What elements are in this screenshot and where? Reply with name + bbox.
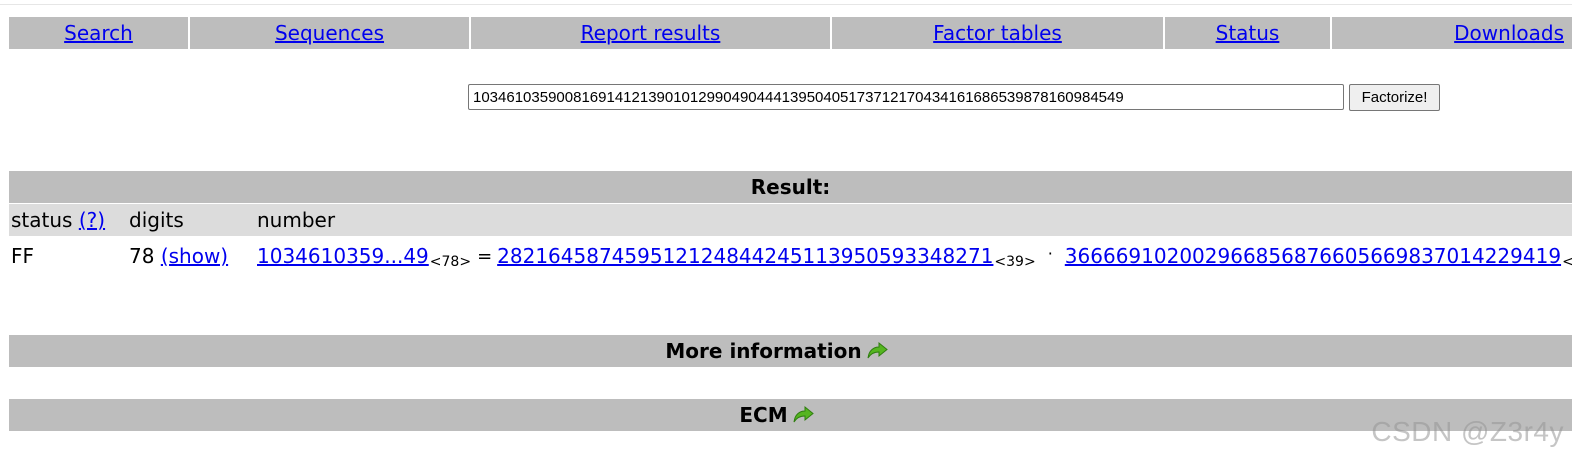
factor2-link[interactable]: 366669102002966856876605669837014229419 <box>1065 244 1561 268</box>
nav-cell-report-results: Report results <box>471 17 830 49</box>
status-help-link[interactable]: (?) <box>79 208 105 232</box>
nav-link-factor-tables[interactable]: Factor tables <box>933 21 1062 45</box>
result-title: Result: <box>750 175 831 199</box>
ecm-title: ECM <box>739 403 788 427</box>
table-row: FF 78 (show) 1034610359...49 <78> = 2821645… <box>9 240 1572 272</box>
nav-cell-sequences: Sequences <box>190 17 469 49</box>
result-table-header: status (?) digits number <box>9 204 1572 236</box>
factor2-digit-count: <39> <box>1562 254 1572 270</box>
top-divider <box>0 4 1572 5</box>
main-nav: Search Sequences Report results Factor t… <box>9 17 1572 49</box>
status-header-label: status <box>11 208 73 232</box>
more-info-title: More information <box>665 339 862 363</box>
status-header: status (?) <box>11 204 105 236</box>
factor1-digit-count: <39> <box>994 254 1036 270</box>
nav-link-downloads[interactable]: Downloads <box>1454 21 1564 45</box>
ecm-section-bar[interactable]: ECM <box>9 399 1572 431</box>
show-number-link[interactable]: (show) <box>161 244 228 268</box>
number-link[interactable]: 1034610359...49 <box>257 244 429 268</box>
digits-value: 78 <box>129 244 155 268</box>
nav-cell-downloads: Downloads <box>1332 17 1572 49</box>
watermark: CSDN @Z3r4y <box>1371 416 1564 447</box>
status-value: FF <box>11 244 35 268</box>
nav-cell-status: Status <box>1165 17 1330 49</box>
nav-link-status[interactable]: Status <box>1216 21 1280 45</box>
result-section-bar: Result: <box>9 171 1572 203</box>
digits-header: digits <box>129 208 184 232</box>
nav-link-search[interactable]: Search <box>64 21 133 45</box>
factorize-button[interactable]: Factorize! <box>1349 84 1440 111</box>
factorization-cell: 1034610359...49 <78> = 28216458745951212484… <box>257 240 1572 272</box>
number-input[interactable] <box>468 84 1344 110</box>
nav-link-report-results[interactable]: Report results <box>581 21 721 45</box>
times-sign: · <box>1047 243 1053 263</box>
factor1-link[interactable]: 282164587459512124844245113950593348271 <box>497 244 993 268</box>
number-digit-count: <78> <box>429 254 472 270</box>
expand-arrow-icon[interactable] <box>792 405 814 425</box>
nav-cell-factor-tables: Factor tables <box>832 17 1163 49</box>
more-info-section-bar[interactable]: More information <box>9 335 1572 367</box>
expand-arrow-icon[interactable] <box>866 341 888 361</box>
digits-cell: 78 (show) <box>129 240 228 272</box>
nav-cell-search: Search <box>9 17 188 49</box>
equals-sign: = <box>477 245 493 267</box>
nav-link-sequences[interactable]: Sequences <box>275 21 384 45</box>
number-header: number <box>257 208 336 232</box>
